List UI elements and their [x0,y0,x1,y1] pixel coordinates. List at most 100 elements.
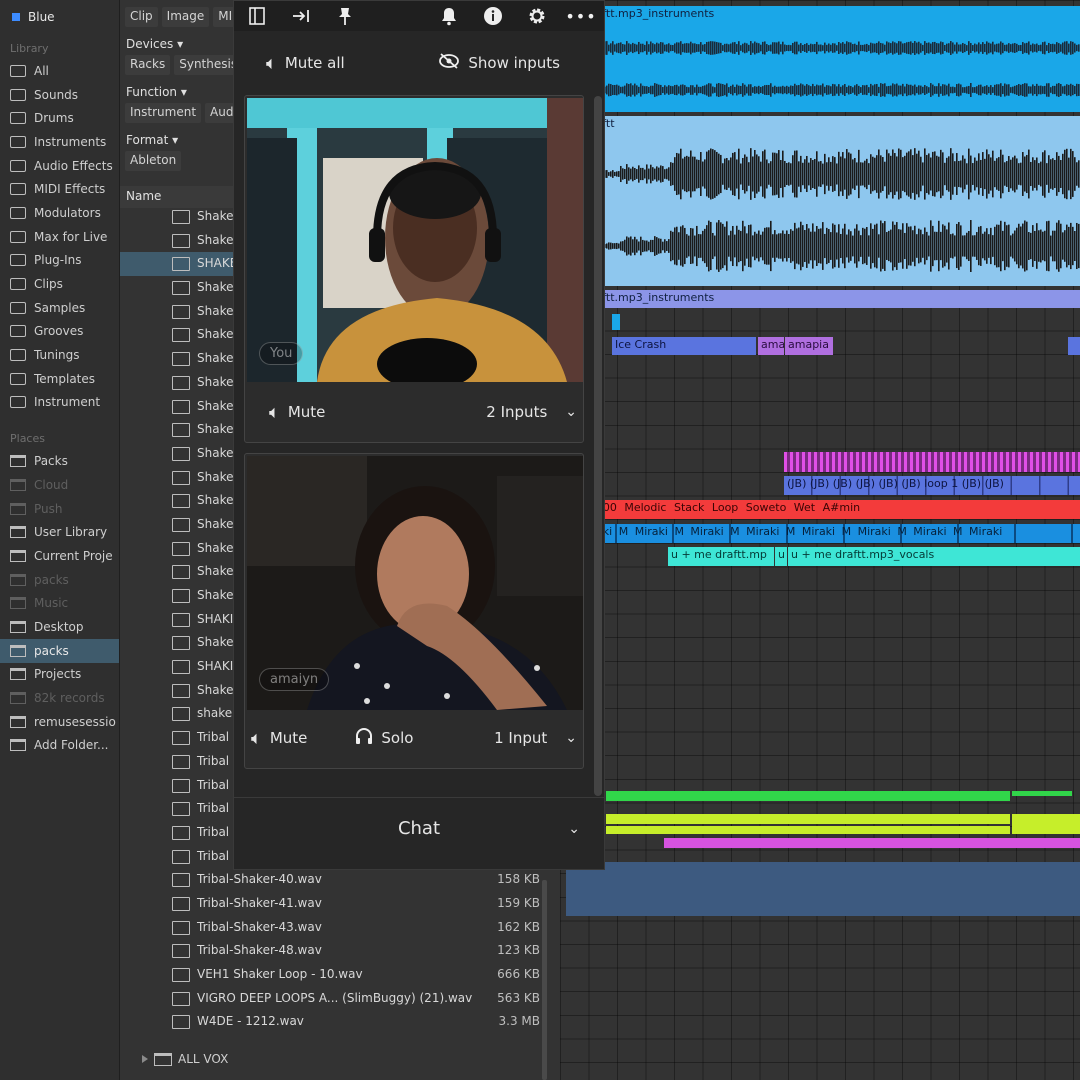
place-item-packs[interactable]: packs [0,568,119,592]
clip-ice-crash[interactable]: Ice Crash [612,337,756,355]
place-item-projects[interactable]: Projects [0,663,119,687]
clip-ama[interactable]: ama [758,337,784,355]
place-item-packs[interactable]: Packs [0,449,119,473]
clip-jb-loops[interactable]: (JB) (JB) (JB) (JB) (JB) (JB) loop 1 (JB… [784,476,1080,495]
clip-magenta-bar[interactable] [664,838,1080,848]
small-blue-clip[interactable] [612,314,620,330]
filter-chip-instrument[interactable]: Instrument [125,103,202,123]
library-item-modulators[interactable]: Modulators [0,201,119,225]
place-item-desktop[interactable]: Desktop [0,615,119,639]
library-item-midi-effects[interactable]: MIDI Effects [0,177,119,201]
gear-icon[interactable] [526,5,548,27]
audio-clip-instruments-2[interactable]: me draftt.mp3_instruments [560,290,1080,308]
clip-green[interactable] [606,791,1010,801]
library-item-sounds[interactable]: Sounds [0,83,119,107]
library-item-all[interactable]: All [0,59,119,83]
filter-chip-ableton[interactable]: Ableton [125,151,182,171]
clip-vocals-3[interactable]: u + me draftt.mp3_vocals [788,547,1080,566]
clip-vocals-2[interactable]: u [775,547,787,566]
participant-name-amaiyn: amaiyn [259,668,330,691]
info-icon[interactable] [482,5,504,27]
library-item-label: Tunings [34,348,80,363]
inputs-label: 1 Input [494,729,548,747]
midi-clip-magenta[interactable] [784,452,1080,472]
mute-all-button[interactable]: 🔈︎ Mute all [266,53,345,74]
pin-icon[interactable] [334,5,356,27]
place-item-music[interactable]: Music [0,591,119,615]
tile-controls-amaiyn: 🔈︎ Mute Solo 1 Input ⌄ [245,718,585,758]
mute-button-amaiyn[interactable]: 🔈︎ Mute [251,728,307,749]
devices-filter-header[interactable]: Devices ▾ [120,31,240,55]
file-row[interactable]: VEH1 Shaker Loop - 10.wav 666 KB [120,963,550,987]
place-item-remusesessio[interactable]: remusesessio [0,710,119,734]
inputs-dropdown-amaiyn[interactable]: 1 Input ⌄ [494,729,577,747]
file-name: VEH1 Shaker Loop - 10.wav [197,967,363,981]
filter-chip-synthesis[interactable]: Synthesis [174,55,243,75]
folder-icon [10,597,26,610]
panel-scrollbar[interactable] [594,96,602,796]
library-item-templates[interactable]: Templates [0,367,119,391]
global-controls: 🔈︎ Mute all Show inputs [234,31,604,95]
filter-chip-image[interactable]: Image [161,7,210,27]
solo-button-amaiyn[interactable]: Solo [355,727,413,750]
clip-amapia[interactable]: amapia [785,337,833,355]
time-selection-region[interactable] [566,862,1080,916]
clip-lime-2[interactable] [606,826,1010,834]
clip-miraki[interactable]: M Miraki M Miraki M Miraki M Miraki M Mi… [560,524,1080,543]
file-row[interactable]: W4DE - 1212.wav 3.3 MB [120,1010,550,1034]
library-item-max-for-live[interactable]: Max for Live [0,225,119,249]
expand-triangle-icon[interactable] [142,1055,148,1063]
bell-icon[interactable] [438,5,460,27]
function-filter-header[interactable]: Function ▾ [120,79,240,103]
clip-lime-3[interactable] [1012,814,1080,834]
library-item-clips[interactable]: Clips [0,272,119,296]
file-row[interactable]: Tribal-Shaker-48.wav 123 KB [120,939,550,963]
clip-green-2[interactable] [1012,791,1072,796]
clip-edge-blue[interactable] [1068,337,1080,355]
audio-clip-instruments[interactable]: me draftt.mp3_instruments [560,6,1080,112]
format-filter-header[interactable]: Format ▾ [120,127,240,151]
library-item-tunings[interactable]: Tunings [0,343,119,367]
file-name: Shake [197,540,234,555]
audio-file-icon [172,494,190,509]
library-item-audio-effects[interactable]: Audio Effects [0,154,119,178]
library-item-plug-ins[interactable]: Plug-Ins [0,249,119,273]
library-item-samples[interactable]: Samples [0,296,119,320]
place-item-add-folder-[interactable]: Add Folder... [0,734,119,758]
file-row[interactable]: Tribal-Shaker-41.wav 159 KB [120,892,550,916]
color-label-blue[interactable]: Blue [0,0,119,34]
place-item-push[interactable]: Push [0,497,119,521]
audio-clip-draftt[interactable]: me draftt [560,116,1080,286]
filter-chip-racks[interactable]: Racks [125,55,171,75]
library-item-grooves[interactable]: Grooves [0,320,119,344]
clip-lime-1[interactable] [606,814,1010,824]
library-item-label: All [34,63,49,78]
browser-scrollbar[interactable] [542,880,547,1080]
clip-vocals-1[interactable]: u + me draftt.mp [668,547,774,566]
place-item-82k-records[interactable]: 82k records [0,686,119,710]
collapse-arrow-icon[interactable] [290,5,312,27]
folder-row-all-vox[interactable]: ALL VOX [120,1048,228,1070]
place-item-packs[interactable]: packs [0,638,119,663]
inputs-dropdown-you[interactable]: 2 Inputs ⌄ [486,403,577,421]
place-item-user-library[interactable]: User Library [0,520,119,544]
place-item-cloud[interactable]: Cloud [0,473,119,497]
solo-label: Solo [381,729,414,747]
sidebar-toggle-icon[interactable] [246,5,268,27]
library-item-label: Templates [34,371,96,386]
library-item-instruments[interactable]: Instruments [0,130,119,154]
library-item-drums[interactable]: Drums [0,106,119,130]
library-item-instrument[interactable]: Instrument [0,391,119,415]
more-icon[interactable]: ••• [565,5,595,27]
place-item-current-proje[interactable]: Current Proje [0,544,119,568]
file-row[interactable]: VIGRO DEEP LOOPS A... (SlimBuggy) (21).w… [120,987,550,1011]
file-row[interactable]: Tribal-Shaker-40.wav 158 KB [120,868,550,892]
place-item-label: Push [34,501,63,516]
chat-toggle[interactable]: Chat ⌄ [234,797,604,859]
file-row[interactable]: Tribal-Shaker-43.wav 162 KB [120,916,550,940]
filter-chip-clip[interactable]: Clip [125,7,158,27]
show-inputs-button[interactable]: Show inputs [438,52,560,74]
file-size: 123 KB [497,943,540,958]
clip-melodic-stack[interactable]: VA 100 Melodic Stack Loop Soweto Wet A#m… [560,500,1080,519]
mute-button-you[interactable]: 🔈︎ Mute [269,402,325,423]
